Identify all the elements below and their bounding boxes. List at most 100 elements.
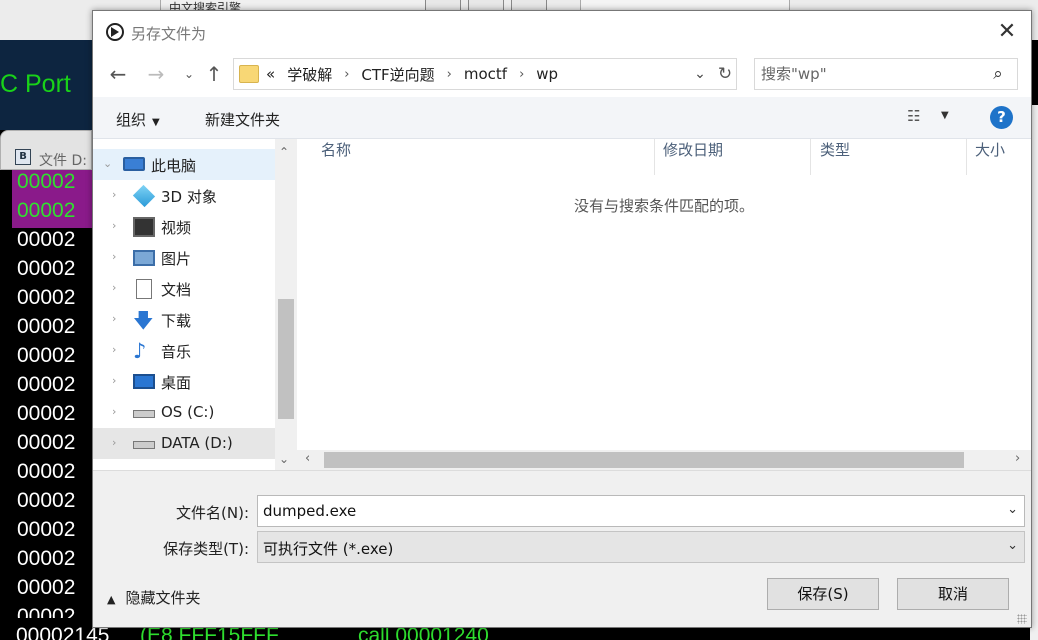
forward-button[interactable]: → bbox=[143, 61, 169, 87]
breadcrumb-item[interactable]: moctf bbox=[464, 65, 507, 83]
view-options-icon[interactable]: ☷ bbox=[907, 107, 931, 129]
close-button[interactable]: ✕ bbox=[990, 17, 1024, 47]
tree-item-this-pc[interactable]: ⌄ 此电脑 bbox=[93, 149, 275, 180]
tree-item-documents[interactable]: › 文档 bbox=[93, 273, 275, 304]
scroll-left-icon[interactable]: ‹ bbox=[305, 451, 310, 466]
horizontal-scrollbar[interactable]: ‹ › bbox=[297, 450, 1031, 470]
music-note-icon: ♪ bbox=[133, 339, 147, 363]
breadcrumb-separator[interactable]: › bbox=[519, 67, 524, 82]
background-row: 00002 bbox=[17, 489, 76, 512]
up-button[interactable]: ↑ bbox=[201, 61, 227, 87]
tree-item-3d-objects[interactable]: › 3D 对象 bbox=[93, 180, 275, 211]
tree-item-pictures[interactable]: › 图片 bbox=[93, 242, 275, 273]
tree-item-label: DATA (D:) bbox=[161, 434, 233, 452]
drive-icon bbox=[133, 441, 155, 449]
chevron-down-icon[interactable]: ⌄ bbox=[1007, 502, 1018, 517]
chevron-right-icon[interactable]: › bbox=[112, 374, 116, 387]
port-label: C Port bbox=[0, 70, 71, 98]
back-button[interactable]: ← bbox=[105, 61, 131, 87]
column-name[interactable]: ⌃ 名称 bbox=[297, 139, 655, 175]
tree-item-label: 图片 bbox=[161, 250, 192, 268]
document-icon bbox=[136, 279, 152, 299]
chevron-right-icon[interactable]: › bbox=[112, 219, 116, 232]
search-box[interactable]: ⌕ bbox=[754, 58, 1018, 90]
search-icon[interactable]: ⌕ bbox=[988, 64, 1008, 84]
chevron-right-icon[interactable]: › bbox=[112, 312, 116, 325]
chevron-down-icon[interactable]: ⌄ bbox=[1007, 538, 1018, 553]
scroll-down-icon[interactable]: ⌄ bbox=[279, 452, 289, 466]
breadcrumb-item[interactable]: wp bbox=[536, 65, 558, 83]
filename-value[interactable]: dumped.exe bbox=[263, 502, 356, 520]
picture-icon bbox=[133, 250, 155, 266]
column-modified[interactable]: 修改日期 bbox=[655, 139, 811, 175]
breadcrumb-separator[interactable]: › bbox=[344, 67, 349, 82]
background-row: 00002 bbox=[12, 199, 92, 228]
background-address-list: 00002 00002 00002 00002 00002 00002 00002 00002… bbox=[12, 170, 92, 634]
background-row: 00002 bbox=[17, 547, 76, 570]
resize-grip-icon[interactable] bbox=[1017, 614, 1027, 624]
chevron-right-icon[interactable]: › bbox=[112, 250, 116, 263]
panel-app-icon: B bbox=[15, 149, 31, 165]
chevron-right-icon[interactable]: › bbox=[112, 188, 116, 201]
breadcrumb-overflow[interactable]: « bbox=[266, 65, 275, 83]
tree-item-music[interactable]: › ♪ 音乐 bbox=[93, 335, 275, 366]
save-form: 文件名(N): dumped.exe ⌄ 保存类型(T): 可执行文件 (*.e… bbox=[93, 470, 1031, 627]
tree-item-os-c[interactable]: › OS (C:) bbox=[93, 397, 275, 428]
background-row: 00002 bbox=[17, 576, 76, 599]
new-folder-button[interactable]: 新建文件夹 bbox=[205, 109, 280, 130]
background-row: 00002 bbox=[17, 257, 76, 280]
filename-label: 文件名(N): bbox=[176, 504, 249, 522]
filetype-select[interactable]: 可执行文件 (*.exe) ⌄ bbox=[257, 531, 1025, 563]
tree-item-label: 音乐 bbox=[161, 343, 192, 361]
background-row: 00002 bbox=[17, 373, 76, 396]
hide-folders-toggle[interactable]: ▲ 隐藏文件夹 bbox=[107, 587, 200, 608]
dialog-titlebar: 另存文件为 ✕ bbox=[93, 11, 1031, 53]
breadcrumb-item[interactable]: 学破解 bbox=[287, 64, 332, 85]
navigation-scrollbar[interactable]: ⌃ ⌄ bbox=[275, 139, 297, 470]
column-type[interactable]: 类型 bbox=[811, 139, 967, 175]
chevron-up-icon: ▲ bbox=[107, 593, 116, 606]
address-dropdown-button[interactable]: ⌄ bbox=[689, 63, 711, 85]
recent-locations-button[interactable]: ⌄ bbox=[182, 61, 196, 87]
scroll-right-icon[interactable]: › bbox=[1015, 451, 1020, 466]
background-row: 00002 bbox=[17, 344, 76, 367]
tree-item-label: OS (C:) bbox=[161, 403, 215, 421]
breadcrumb-item[interactable]: CTF逆向题 bbox=[361, 64, 434, 85]
filetype-value: 可执行文件 (*.exe) bbox=[263, 540, 394, 558]
organize-label: 组织 bbox=[116, 111, 147, 129]
column-size[interactable]: 大小 bbox=[967, 139, 1031, 175]
file-list-pane[interactable]: ⌃ 名称 修改日期 类型 大小 没有与搜索条件匹配的项。 ‹ › bbox=[297, 139, 1031, 470]
scroll-up-icon[interactable]: ⌃ bbox=[279, 145, 289, 159]
chevron-right-icon[interactable]: › bbox=[112, 436, 116, 449]
organize-button[interactable]: 组织 ▼ bbox=[116, 109, 160, 130]
address-bar[interactable]: « 学破解 › CTF逆向题 › moctf › wp ⌄ ↻ bbox=[233, 58, 737, 90]
tree-item-label: 文档 bbox=[161, 281, 192, 299]
chevron-right-icon[interactable]: › bbox=[112, 281, 116, 294]
save-as-dialog: 另存文件为 ✕ ← → ⌄ ↑ « 学破解 › CTF逆向题 › moctf ›… bbox=[92, 10, 1032, 628]
chevron-right-icon[interactable]: › bbox=[112, 405, 116, 418]
tree-item-data-d[interactable]: › DATA (D:) bbox=[93, 428, 275, 459]
chevron-right-icon[interactable]: › bbox=[112, 343, 116, 356]
tree-item-desktop[interactable]: › 桌面 bbox=[93, 366, 275, 397]
drive-icon bbox=[133, 410, 155, 418]
tree-item-label: 桌面 bbox=[161, 374, 192, 392]
filename-field[interactable]: dumped.exe ⌄ bbox=[257, 495, 1025, 527]
tree-item-downloads[interactable]: › 🡇 下载 bbox=[93, 304, 275, 335]
scroll-thumb[interactable] bbox=[324, 452, 964, 468]
save-button[interactable]: 保存(S) bbox=[767, 578, 879, 610]
cancel-button[interactable]: 取消 bbox=[897, 578, 1009, 610]
search-input[interactable] bbox=[761, 63, 981, 85]
scroll-thumb[interactable] bbox=[278, 299, 294, 419]
chevron-down-icon[interactable]: ⌄ bbox=[103, 157, 112, 170]
tree-item-videos[interactable]: › 视频 bbox=[93, 211, 275, 242]
refresh-button[interactable]: ↻ bbox=[714, 63, 736, 85]
help-icon[interactable]: ? bbox=[990, 106, 1013, 129]
background-row: 00002 bbox=[17, 460, 76, 483]
view-dropdown-icon[interactable]: ▼ bbox=[941, 110, 949, 121]
desktop-icon bbox=[133, 374, 155, 389]
background-row: 00002 bbox=[17, 518, 76, 541]
tree-item-label: 下载 bbox=[161, 312, 192, 330]
folder-icon bbox=[239, 65, 259, 83]
film-icon bbox=[133, 217, 155, 237]
breadcrumb-separator[interactable]: › bbox=[447, 67, 452, 82]
